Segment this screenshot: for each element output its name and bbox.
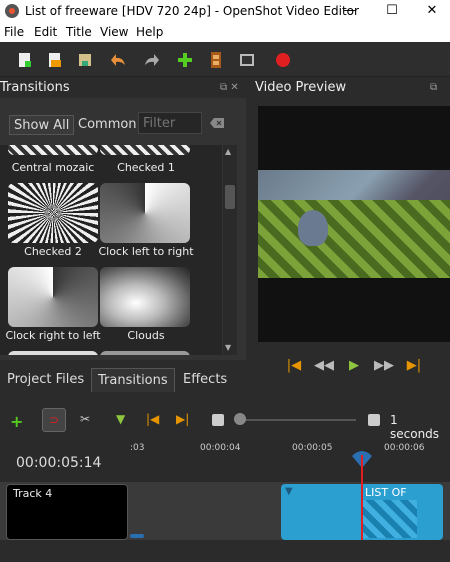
clip-thumbnail — [361, 500, 417, 538]
title-bar: List of freeware [HDV 720 24p] - OpenSho… — [0, 0, 450, 22]
playhead-line[interactable] — [361, 455, 363, 540]
horizontal-scroll-thumb[interactable] — [130, 534, 144, 538]
transition-label: Clock right to left — [5, 329, 101, 342]
transition-thumb-next[interactable] — [8, 351, 98, 355]
profile-icon[interactable] — [207, 51, 225, 69]
zoom-level-label: 1 seconds — [390, 413, 440, 441]
jump-end-icon[interactable]: ▶| — [404, 356, 424, 376]
minimize-button[interactable]: — — [330, 0, 370, 22]
clip-menu-icon[interactable]: ▼ — [285, 486, 305, 498]
ruler-tick-label: 00:00:06 — [384, 443, 425, 453]
fast-forward-icon[interactable]: ▶▶ — [374, 356, 394, 376]
video-frame — [258, 170, 450, 278]
transitions-grid: Central mozaic Checked 1 Checked 2 Clock… — [0, 145, 222, 355]
transition-thumb-clouds[interactable] — [100, 267, 190, 327]
play-icon[interactable]: ▶ — [344, 356, 364, 376]
bottom-bar — [0, 534, 450, 562]
add-track-icon[interactable]: + — [10, 412, 23, 431]
zoom-slider[interactable] — [236, 419, 356, 421]
common-button[interactable]: Common — [74, 115, 141, 135]
float-close-icon[interactable]: ⧉ ✕ — [220, 82, 239, 93]
open-project-icon[interactable] — [46, 51, 64, 69]
snapping-icon[interactable]: ⊃ — [42, 408, 66, 432]
transition-label: Clock left to right — [98, 245, 194, 258]
playback-controls: |◀ ◀◀ ▶ ▶▶ ▶| — [258, 356, 450, 376]
transition-label: Checked 1 — [117, 161, 175, 174]
next-marker-icon[interactable]: ▶| — [176, 412, 189, 426]
undo-icon[interactable] — [110, 51, 128, 69]
jump-start-icon[interactable]: |◀ — [284, 356, 304, 376]
zoom-in-icon[interactable] — [368, 414, 380, 426]
transition-label: Clouds — [127, 329, 165, 342]
transition-thumb-central-mozaic[interactable] — [8, 145, 98, 155]
tab-effects[interactable]: Effects — [177, 368, 233, 392]
menu-help[interactable]: Help — [136, 25, 163, 39]
close-button[interactable]: ✕ — [412, 0, 450, 22]
ruler-tick-label: 00:00:05 — [292, 443, 333, 453]
menu-edit[interactable]: Edit — [34, 25, 57, 39]
import-files-icon[interactable] — [176, 51, 194, 69]
redo-icon[interactable] — [142, 51, 160, 69]
tab-project-files[interactable]: Project Files — [1, 368, 90, 392]
video-preview-title: Video Preview — [255, 80, 347, 95]
zoom-slider-handle[interactable] — [234, 413, 246, 425]
full-screen-icon[interactable] — [238, 51, 256, 69]
panel-tabs: Project Files Transitions Effects — [0, 368, 246, 392]
ruler-tick-label: 00:00:04 — [200, 443, 241, 453]
video-bunny-shape — [298, 210, 328, 246]
show-all-button[interactable]: Show All — [9, 115, 75, 135]
main-toolbar — [0, 43, 450, 77]
transition-thumb-checked-2[interactable] — [8, 183, 98, 243]
transition-thumb-clock-right-to-left[interactable] — [8, 267, 98, 327]
filter-input[interactable] — [138, 112, 202, 134]
add-marker-icon[interactable]: ▼ — [116, 412, 125, 426]
timecode-display: 00:00:05:14 — [16, 455, 102, 471]
transition-thumb-next[interactable] — [100, 351, 190, 355]
menu-title[interactable]: Title — [66, 25, 92, 39]
scroll-down-icon[interactable]: ▼ — [225, 343, 231, 352]
transition-thumb-clock-left-to-right[interactable] — [100, 183, 190, 243]
rewind-icon[interactable]: ◀◀ — [314, 356, 334, 376]
zoom-out-icon[interactable] — [212, 414, 224, 426]
scroll-up-icon[interactable]: ▲ — [225, 147, 231, 156]
transition-label: Checked 2 — [24, 245, 82, 258]
new-project-icon[interactable] — [16, 51, 34, 69]
previous-marker-icon[interactable]: |◀ — [146, 412, 159, 426]
clear-filter-icon[interactable] — [210, 118, 224, 128]
transitions-panel-title: Transitions — [0, 80, 70, 95]
ruler-tick-label: :03 — [130, 443, 145, 453]
maximize-button[interactable]: ☐ — [372, 0, 412, 22]
preview-float-icon[interactable]: ⧉ — [430, 82, 437, 93]
track-name: Track 4 — [13, 487, 53, 500]
menu-bar: File Edit Title View Help — [0, 22, 450, 42]
transition-thumb-checked-1[interactable] — [100, 145, 190, 155]
track-header[interactable]: Track 4 — [6, 484, 128, 540]
openshot-app-icon — [5, 4, 19, 18]
export-video-icon[interactable] — [274, 51, 292, 69]
razor-icon[interactable]: ✂ — [80, 412, 90, 426]
tab-transitions[interactable]: Transitions — [91, 368, 175, 392]
save-project-icon[interactable] — [76, 51, 94, 69]
transition-label: Central mozaic — [11, 161, 95, 174]
timeline-toolbar: + ⊃ ✂ ▼ |◀ ▶| 1 seconds — [0, 400, 450, 444]
menu-file[interactable]: File — [4, 25, 24, 39]
window-title: List of freeware [HDV 720 24p] - OpenSho… — [25, 4, 359, 18]
video-grass-pattern — [258, 200, 450, 278]
menu-view[interactable]: View — [100, 25, 128, 39]
scrollbar-thumb[interactable] — [225, 185, 235, 209]
transitions-scrollbar[interactable]: ▲ ▼ — [223, 145, 237, 355]
